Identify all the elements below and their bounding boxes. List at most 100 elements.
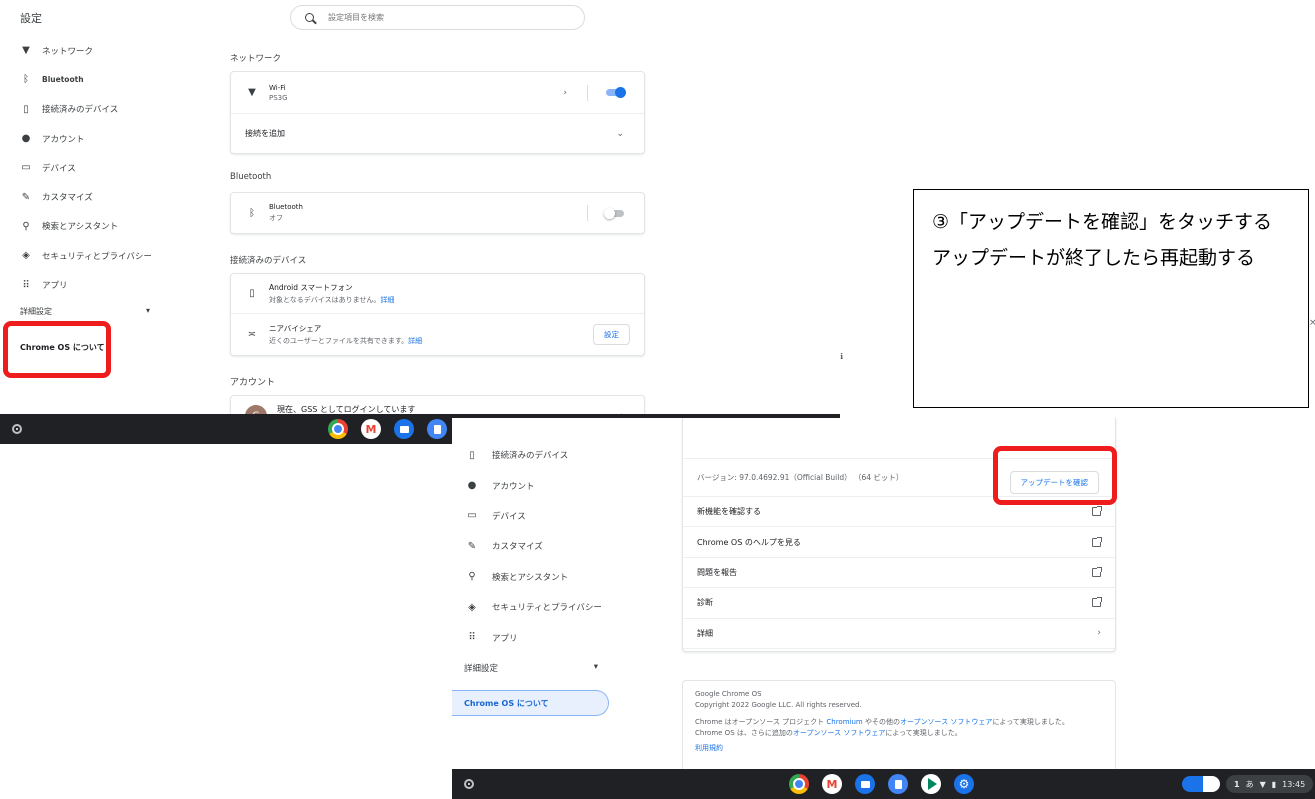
advanced-label: 詳細設定 (20, 307, 52, 316)
chevron-down-icon: ▾ (593, 662, 598, 672)
legal-text: Chrome はオープンソース プロジェクト (695, 718, 827, 726)
account-signed-in-text: 現在、GSS としてログインしています (277, 404, 416, 414)
legal-text: Chrome OS は、さらに追加の (695, 729, 793, 737)
sidebar-item-device[interactable]: ▭ デバイス (452, 501, 622, 531)
wifi-toggle[interactable] (606, 87, 626, 98)
oss-link[interactable]: オープンソース ソフトウェア (900, 718, 992, 726)
laptop-icon: ▭ (467, 510, 477, 522)
sidebar-item-connected-devices[interactable]: ▯ 接続済みのデバイス (452, 440, 622, 470)
sidebar-item-bluetooth[interactable]: ᛒ Bluetooth (0, 65, 200, 94)
nearby-share-row[interactable]: ≍ ニアバイシェア 近くのユーザーとファイルを共有できます。詳細 設定 (231, 314, 644, 355)
sidebar-item-label: 検索とアシスタント (42, 222, 119, 233)
highlight-about-chrome-os (3, 321, 111, 378)
sidebar-item-label: デバイス (42, 163, 76, 174)
highlight-check-update (993, 446, 1117, 505)
sidebar-item-account[interactable]: ● アカウント (452, 470, 622, 500)
sidebar-item-label: セキュリティとプライバシー (492, 603, 602, 614)
sidebar-item-security[interactable]: ◈ セキュリティとプライバシー (0, 241, 200, 270)
row-label: 問題を報告 (697, 567, 737, 577)
chrome-icon[interactable] (328, 419, 348, 439)
launcher-icon[interactable] (12, 424, 22, 434)
bluetooth-card: ᛒ Bluetooth オフ (230, 192, 645, 234)
chromium-link[interactable]: Chromium (826, 718, 862, 726)
android-details-link[interactable]: 詳細 (380, 296, 394, 304)
help-row[interactable]: Chrome OS のヘルプを見る (683, 527, 1115, 558)
sidebar-item-label: デバイス (492, 511, 526, 522)
sidebar-item-label: アプリ (492, 633, 518, 644)
sidebar-item-account[interactable]: ● アカウント (0, 124, 200, 153)
settings-title: 設定 (20, 12, 42, 25)
phone-hub-icon[interactable] (1182, 776, 1220, 792)
search-box[interactable] (290, 5, 585, 30)
settings-window-top: 設定 ▼ ネットワーク ᛒ Bluetooth ▯ 接続済みのデバイス ● アカウント … (0, 0, 840, 444)
sidebar-item-about-chrome-os[interactable]: Chrome OS について (452, 690, 609, 716)
diagnostics-row[interactable]: 診断 (683, 588, 1115, 619)
sidebar-item-apps[interactable]: ⠿ アプリ (452, 622, 622, 652)
connected-devices-card: ▯ Android スマートフォン 対象となるデバイスはありません。詳細 ≍ ニア… (230, 273, 645, 356)
gmail-icon[interactable]: M (822, 774, 842, 794)
sidebar-item-label: ネットワーク (42, 46, 94, 57)
docs-icon[interactable] (888, 774, 908, 794)
sidebar-item-search-assistant[interactable]: ⚲ 検索とアシスタント (452, 562, 622, 592)
docs-icon[interactable] (427, 419, 447, 439)
search-icon: ⚲ (22, 220, 30, 232)
row-label: 診断 (697, 598, 713, 608)
files-icon[interactable] (855, 774, 875, 794)
sidebar-item-customize[interactable]: ✎ カスタマイズ (0, 182, 200, 211)
settings-icon[interactable]: ⚙ (954, 774, 974, 794)
sidebar: ▼ ネットワーク ᛒ Bluetooth ▯ 接続済みのデバイス ● アカウント ▭ デバ… (0, 36, 200, 300)
add-connection-label: 接続を追加 (245, 129, 285, 138)
advanced-toggle[interactable]: 詳細設定 ▾ (20, 306, 150, 317)
status-area[interactable]: 1 あ ▼ ▮ 13:45 (1226, 775, 1314, 793)
sidebar-item-network[interactable]: ▼ ネットワーク (0, 36, 200, 65)
wifi-row[interactable]: ▼ Wi-Fi PS3G › (231, 72, 644, 114)
nearby-details-link[interactable]: 詳細 (408, 337, 422, 345)
shield-icon: ◈ (468, 601, 476, 613)
product-name: Google Chrome OS (695, 690, 762, 698)
bluetooth-toggle[interactable] (604, 207, 624, 219)
copyright: Copyright 2022 Google LLC. All rights re… (695, 701, 862, 709)
advanced-label: 詳細設定 (464, 664, 499, 674)
bluetooth-label: Bluetooth (269, 203, 303, 211)
search-icon: ⚲ (468, 571, 476, 583)
system-tray[interactable]: 1 あ ▼ ▮ 13:45 (1182, 775, 1314, 793)
gmail-icon[interactable]: M (361, 419, 381, 439)
sidebar-item-label: 検索とアシスタント (492, 572, 569, 583)
phone-icon: ▯ (249, 288, 255, 299)
advanced-toggle[interactable]: 詳細設定 ▾ (464, 662, 598, 674)
chrome-icon[interactable] (789, 774, 809, 794)
chevron-right-icon[interactable]: › (563, 88, 567, 98)
add-connection-row[interactable]: 接続を追加 ⌄ (231, 114, 644, 153)
details-row[interactable]: 詳細 › (683, 619, 1115, 649)
report-issue-row[interactable]: 問題を報告 (683, 558, 1115, 589)
terms-link[interactable]: 利用規約 (695, 743, 1103, 754)
bluetooth-icon: ᛒ (249, 207, 255, 219)
nearby-settings-button[interactable]: 設定 (593, 324, 630, 345)
sidebar-item-label: カスタマイズ (42, 193, 93, 204)
settings-window-about: ▯ 接続済みのデバイス ● アカウント ▭ デバイス ✎ カスタマイズ ⚲ 検索とアシスタ… (452, 418, 1315, 799)
sidebar-item-device[interactable]: ▭ デバイス (0, 153, 200, 182)
sidebar-item-security[interactable]: ◈ セキュリティとプライバシー (452, 592, 622, 622)
instruction-line-2: アップデートが終了したら再起動する (932, 247, 1256, 269)
clock: 13:45 (1282, 779, 1306, 789)
bluetooth-row[interactable]: ᛒ Bluetooth オフ (231, 193, 644, 233)
battery-icon: ▮ (1271, 779, 1277, 789)
brush-icon: ✎ (21, 191, 31, 203)
play-store-icon[interactable] (921, 774, 941, 794)
external-link-icon (1092, 536, 1102, 547)
sidebar-item-connected-devices[interactable]: ▯ 接続済みのデバイス (0, 95, 200, 124)
sidebar-item-customize[interactable]: ✎ カスタマイズ (452, 531, 622, 561)
files-icon[interactable] (394, 419, 414, 439)
person-icon: ● (467, 480, 477, 492)
search-input[interactable] (328, 13, 548, 22)
android-phone-desc: 対象となるデバイスはありません。 (269, 296, 381, 304)
network-card: ▼ Wi-Fi PS3G › 接続を追加 ⌄ (230, 71, 645, 154)
row-label: 新機能を確認する (697, 507, 761, 517)
sidebar-item-search-assistant[interactable]: ⚲ 検索とアシスタント (0, 212, 200, 241)
sidebar-item-apps[interactable]: ⠿ アプリ (0, 270, 200, 299)
sidebar-item-label: アプリ (42, 281, 68, 292)
android-phone-row[interactable]: ▯ Android スマートフォン 対象となるデバイスはありません。詳細 (231, 274, 644, 314)
oss-link[interactable]: オープンソース ソフトウェア (793, 729, 885, 737)
launcher-icon[interactable] (464, 779, 474, 789)
wifi-icon: ▼ (248, 87, 256, 98)
